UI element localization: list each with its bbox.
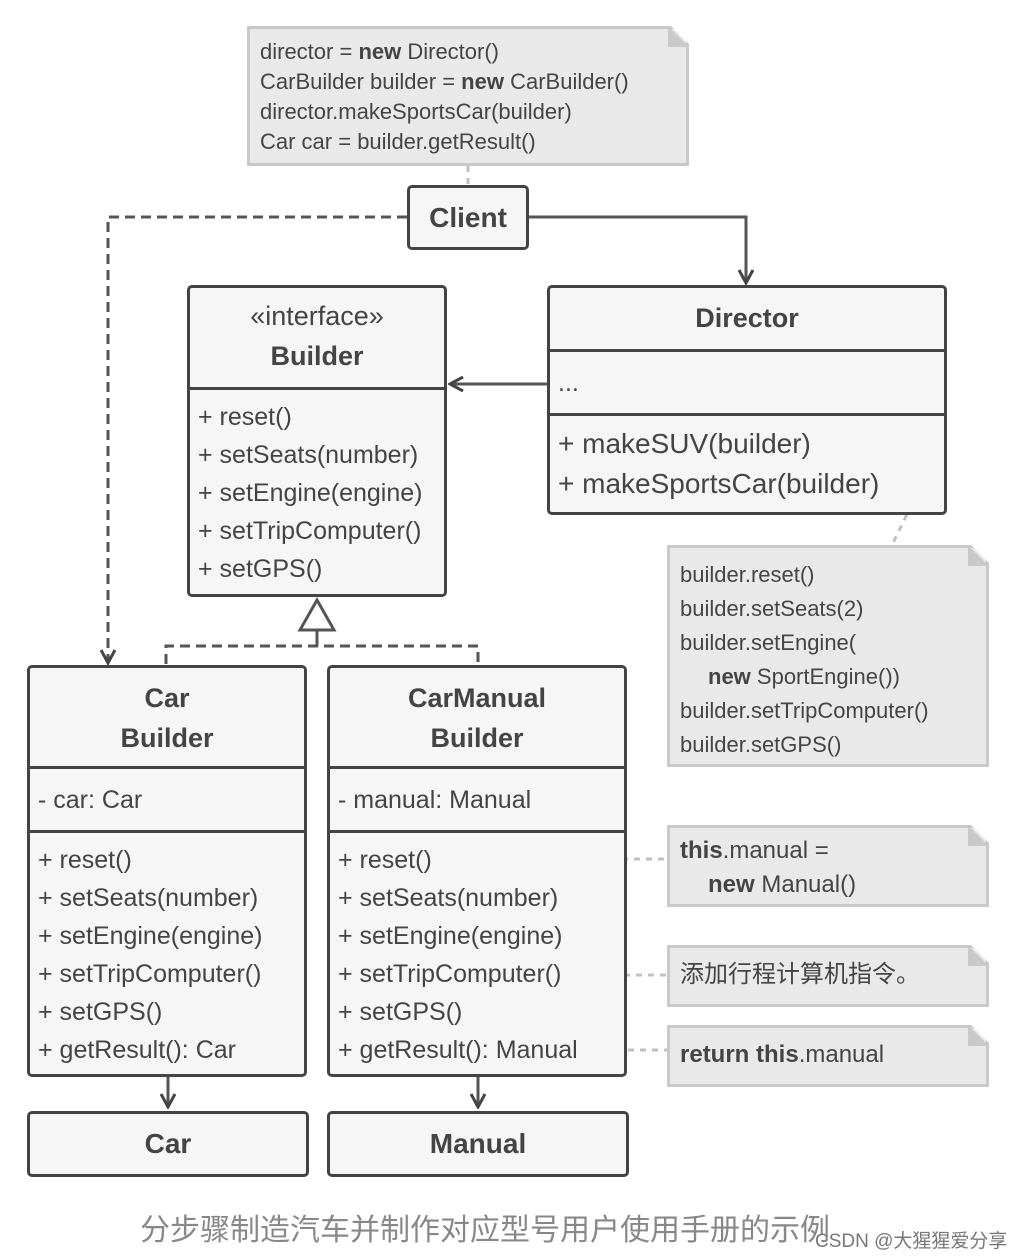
manual-class: Manual <box>327 1111 629 1177</box>
builder-interface: «interface» Builder + reset() + setSeats… <box>187 285 447 597</box>
client-class: Client <box>407 185 529 250</box>
car-manual-builder-class: CarManual Builder - manual: Manual + rese… <box>327 665 627 1077</box>
car-builder-class: Car Builder - car: Car + reset() + setSea… <box>27 665 307 1077</box>
caption: 分步骤制造汽车并制作对应型号用户使用手册的示例 <box>140 1214 830 1247</box>
note-line: Car car = builder.getResult() <box>260 129 536 154</box>
builder-pattern-diagram: director = new Director() CarBuilder bui… <box>0 0 1022 1258</box>
client-label: Client <box>429 201 507 233</box>
client-to-director-association <box>528 215 746 282</box>
director-class: Director ... + makeSUV(builder) + makeSp… <box>547 285 947 515</box>
field: ... <box>558 369 579 397</box>
note-line: director = new Director() <box>260 39 500 64</box>
class-name: Director <box>550 288 944 352</box>
watermark: CSDN @大猩猩爱分享 <box>815 1231 1008 1252</box>
realization-lines <box>164 644 480 664</box>
note-line: director.makeSportsCar(builder) <box>260 99 572 124</box>
note-line: CarBuilder builder = new CarBuilder() <box>260 69 629 94</box>
trip-computer-note: 添加行程计算机指令。 <box>667 945 989 1007</box>
client-code-note: director = new Director() CarBuilder bui… <box>247 26 689 166</box>
methods: + reset() + setSeats(number) + setEngine… <box>198 403 423 583</box>
director-code-note: builder.reset() builder.setSeats(2) buil… <box>667 545 989 767</box>
car-class: Car <box>27 1111 309 1177</box>
reset-note: this.manual = new Manual() <box>667 825 989 907</box>
class-name: Builder <box>270 341 364 371</box>
realization-triangle <box>297 596 337 632</box>
get-result-note: return this.manual <box>667 1025 989 1087</box>
stereotype: «interface» <box>250 301 384 331</box>
